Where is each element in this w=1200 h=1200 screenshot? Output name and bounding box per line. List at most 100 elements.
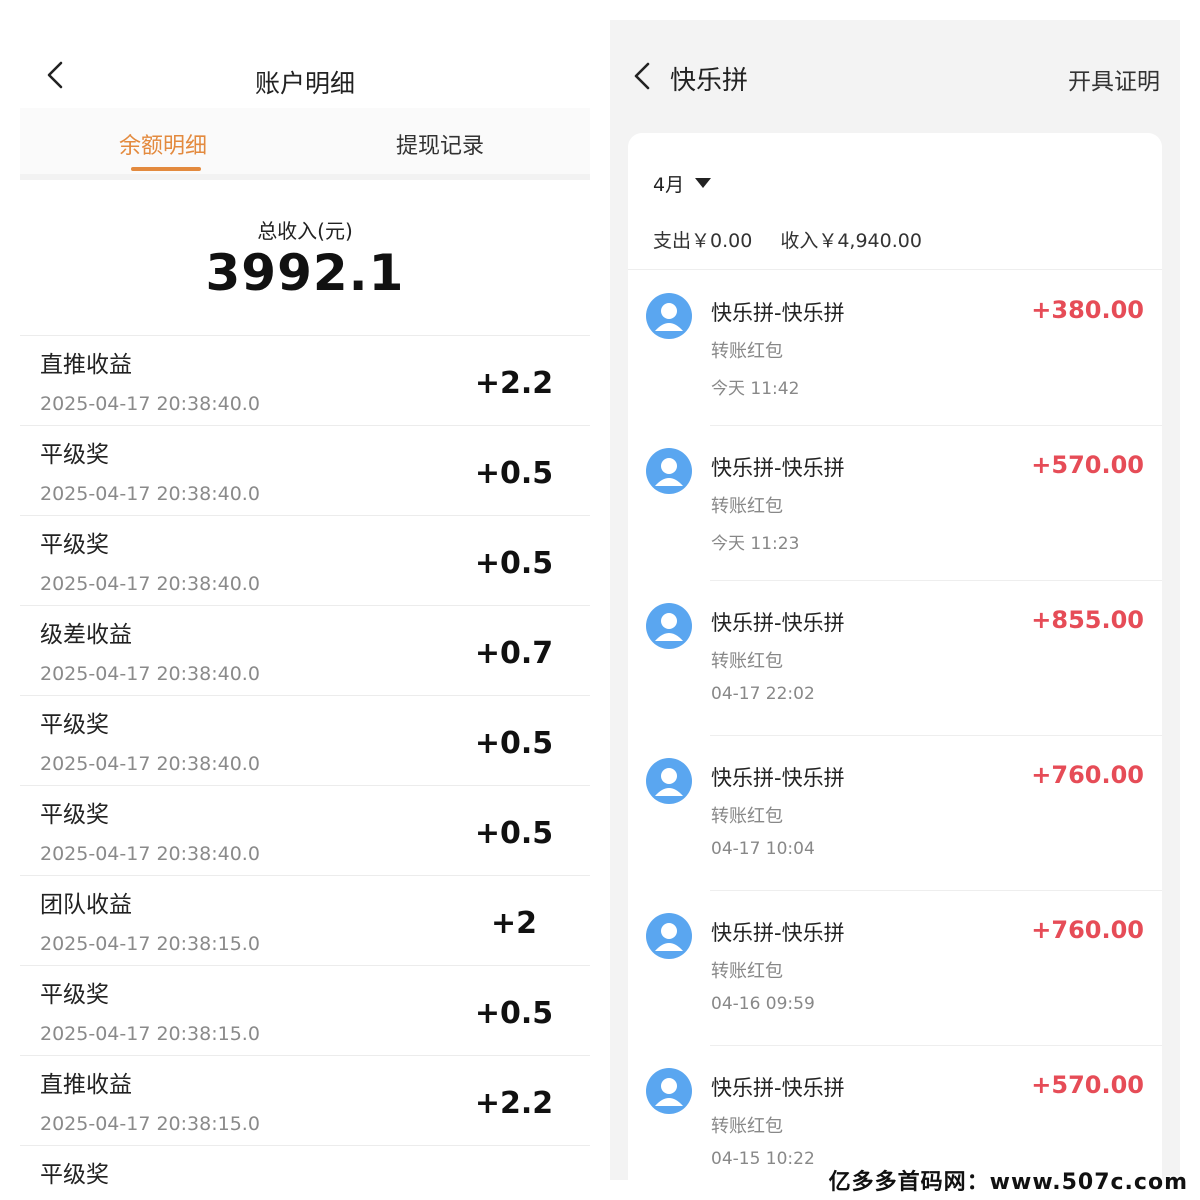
avatar [646, 603, 692, 649]
item-amount: +570.00 [1031, 1071, 1144, 1099]
item-amount: +855.00 [1031, 606, 1144, 634]
item-name: 平级奖 [40, 712, 109, 738]
item-time: 04-15 10:22 [711, 1149, 815, 1169]
item-time: 2025-04-17 20:38:40.0 [40, 393, 260, 415]
item-type: 转账红包 [711, 496, 783, 517]
total-income-label: 总收入(元) [257, 219, 353, 243]
list-item[interactable]: 快乐拼-快乐拼 转账红包 04-17 22:02 +855.00 [628, 580, 1162, 735]
item-name: 平级奖 [40, 802, 109, 828]
avatar [646, 293, 692, 339]
tab-withdrawal-record[interactable]: 提现记录 [396, 128, 484, 160]
item-name: 团队收益 [40, 892, 132, 918]
item-name: 平级奖 [40, 532, 109, 558]
item-amount: +0.5 [474, 456, 554, 491]
item-type: 转账红包 [711, 806, 783, 827]
payment-record-screen: 快乐拼 开具证明 4月 支出￥0.00 收入￥4,940.00 快乐拼-快乐拼 转… [610, 20, 1180, 1180]
item-amount: +760.00 [1031, 761, 1144, 789]
list-item[interactable]: 平级奖 2025-04-17 20:38:40.0 +0.5 [20, 785, 590, 875]
item-name: 快乐拼-快乐拼 [711, 766, 845, 790]
user-icon [655, 1078, 683, 1106]
list-item[interactable]: 级差收益 2025-04-17 20:38:40.0 +0.7 [20, 605, 590, 695]
list-item[interactable]: 直推收益 2025-04-17 20:38:40.0 +2.2 [20, 335, 590, 425]
list-item[interactable]: 直推收益 2025-04-17 20:38:15.0 +2.2 [20, 1055, 590, 1145]
list-item[interactable]: 快乐拼-快乐拼 转账红包 04-16 09:59 +760.00 [628, 890, 1162, 1045]
user-icon [655, 303, 683, 331]
item-type: 转账红包 [711, 341, 783, 362]
user-icon [655, 458, 683, 486]
item-name: 快乐拼-快乐拼 [711, 301, 845, 325]
account-detail-screen: 账户明细 余额明细 提现记录 总收入(元) 3992.1 直推收益 2025-0… [20, 20, 590, 1200]
item-amount: +2.2 [474, 366, 554, 401]
list-item[interactable]: 平级奖 2025-04-17 20:38:40.0 +0.5 [20, 425, 590, 515]
active-tab-indicator [131, 167, 201, 171]
item-name: 平级奖 [40, 1162, 109, 1188]
avatar [646, 913, 692, 959]
item-name: 平级奖 [40, 442, 109, 468]
list-item[interactable]: 快乐拼-快乐拼 转账红包 04-17 10:04 +760.00 [628, 735, 1162, 890]
item-name: 快乐拼-快乐拼 [711, 611, 845, 635]
back-arrow-icon[interactable] [630, 60, 654, 92]
month-summary: 支出￥0.00 收入￥4,940.00 [653, 226, 922, 253]
item-time: 2025-04-17 20:38:15.0 [40, 1023, 260, 1045]
list-item[interactable]: 团队收益 2025-04-17 20:38:15.0 +2 [20, 875, 590, 965]
item-amount: +0.5 [474, 546, 554, 581]
item-amount: +0.5 [474, 996, 554, 1031]
header-bar: 账户明细 [20, 30, 590, 118]
list-item[interactable]: 平级奖 [20, 1145, 590, 1200]
item-amount: +380.00 [1031, 296, 1144, 324]
item-time: 今天 11:23 [711, 534, 800, 554]
page-title: 快乐拼 [670, 66, 749, 96]
list-item[interactable]: 快乐拼-快乐拼 转账红包 今天 11:23 +570.00 [628, 425, 1162, 580]
balance-list: 直推收益 2025-04-17 20:38:40.0 +2.2 平级奖 2025… [20, 335, 590, 1200]
item-amount: +760.00 [1031, 916, 1144, 944]
list-item[interactable]: 平级奖 2025-04-17 20:38:15.0 +0.5 [20, 965, 590, 1055]
item-time: 04-17 10:04 [711, 839, 815, 859]
item-name: 直推收益 [40, 352, 132, 378]
item-type: 转账红包 [711, 961, 783, 982]
status-bar [20, 20, 590, 30]
item-amount: +2.2 [474, 1086, 554, 1121]
item-time: 04-16 09:59 [711, 994, 815, 1014]
income-total: 收入￥4,940.00 [780, 230, 922, 252]
item-name: 快乐拼-快乐拼 [711, 1076, 845, 1100]
item-name: 平级奖 [40, 982, 109, 1008]
expense-total: 支出￥0.00 [653, 230, 753, 252]
tab-bar: 余额明细 提现记录 [20, 108, 590, 180]
avatar [646, 448, 692, 494]
item-amount: +0.5 [474, 816, 554, 851]
item-time: 2025-04-17 20:38:40.0 [40, 573, 260, 595]
item-time: 04-17 22:02 [711, 684, 815, 704]
item-name: 快乐拼-快乐拼 [711, 456, 845, 480]
item-amount: +570.00 [1031, 451, 1144, 479]
item-time: 2025-04-17 20:38:40.0 [40, 753, 260, 775]
list-item[interactable]: 平级奖 2025-04-17 20:38:40.0 +0.5 [20, 515, 590, 605]
issue-certificate-button[interactable]: 开具证明 [1068, 62, 1160, 96]
item-type: 转账红包 [711, 1116, 783, 1137]
total-income-value: 3992.1 [205, 244, 405, 302]
page-title: 账户明细 [254, 69, 355, 98]
user-icon [655, 613, 683, 641]
item-amount: +0.7 [474, 636, 554, 671]
transactions-card: 4月 支出￥0.00 收入￥4,940.00 快乐拼-快乐拼 转账红包 今天 11… [628, 133, 1162, 1180]
item-amount: +2 [490, 906, 537, 941]
user-icon [655, 923, 683, 951]
item-time: 今天 11:42 [711, 379, 800, 399]
month-selector[interactable]: 4月 [653, 170, 684, 197]
avatar [646, 758, 692, 804]
item-type: 转账红包 [711, 651, 783, 672]
item-name: 直推收益 [40, 1072, 132, 1098]
list-item[interactable]: 快乐拼-快乐拼 转账红包 今天 11:42 +380.00 [628, 270, 1162, 425]
list-item[interactable]: 快乐拼-快乐拼 转账红包 04-15 10:22 +570.00 [628, 1045, 1162, 1180]
transaction-list: 快乐拼-快乐拼 转账红包 今天 11:42 +380.00 快乐拼-快乐拼 转账… [628, 270, 1162, 1180]
watermark-text: 亿多多首码网：www.507c.com [828, 1170, 1188, 1195]
avatar [646, 1068, 692, 1114]
item-time: 2025-04-17 20:38:15.0 [40, 933, 260, 955]
item-amount: +0.5 [474, 726, 554, 761]
item-name: 级差收益 [40, 622, 132, 648]
list-item[interactable]: 平级奖 2025-04-17 20:38:40.0 +0.5 [20, 695, 590, 785]
tab-balance-detail[interactable]: 余额明细 [119, 128, 207, 160]
caret-down-icon[interactable] [695, 178, 711, 188]
user-icon [655, 768, 683, 796]
item-time: 2025-04-17 20:38:15.0 [40, 1113, 260, 1135]
item-time: 2025-04-17 20:38:40.0 [40, 663, 260, 685]
